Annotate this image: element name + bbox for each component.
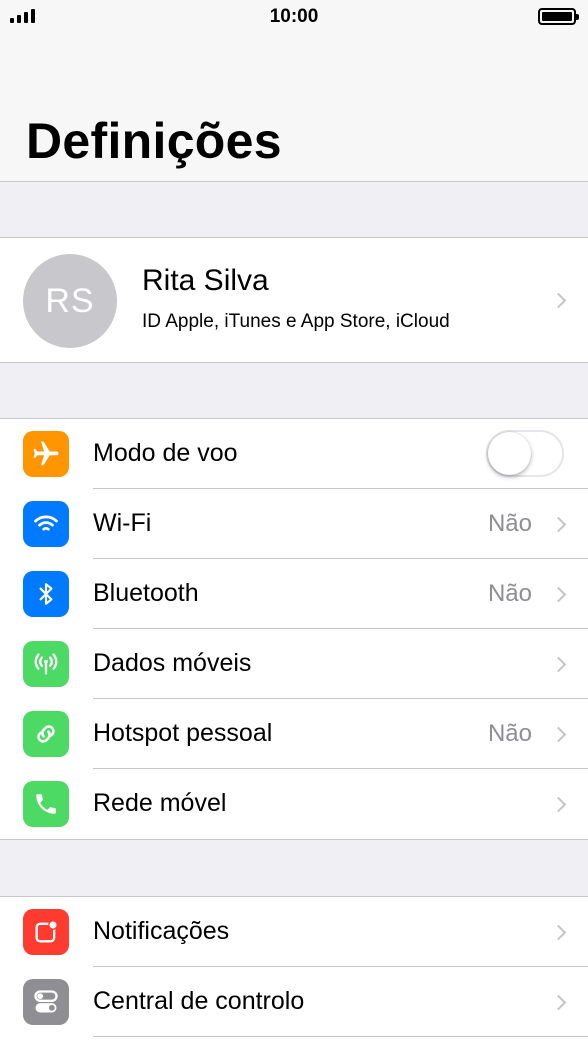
chevron-right-icon	[550, 292, 567, 309]
row-label: Dados móveis	[93, 649, 252, 677]
row-label: Bluetooth	[93, 579, 199, 607]
row-value: Não	[487, 510, 532, 537]
row-label: Wi-Fi	[93, 509, 152, 537]
system-group: Notificações Central de controlo	[0, 896, 588, 1045]
phone-icon	[23, 781, 69, 827]
row-label: Rede móvel	[93, 789, 227, 817]
settings-row-mobile-data[interactable]: Dados móveis	[0, 629, 588, 699]
row-label: Hotspot pessoal	[93, 719, 273, 747]
airplane-icon	[23, 431, 69, 477]
navigation-bar: Definições	[0, 36, 588, 182]
settings-row-notifications[interactable]: Notificações	[0, 897, 588, 967]
settings-row-airplane-mode[interactable]: Modo de voo	[0, 419, 588, 489]
settings-row-wifi[interactable]: Wi-Fi Não	[0, 489, 588, 559]
profile-row[interactable]: RS Rita Silva ID Apple, iTunes e App Sto…	[0, 237, 588, 363]
settings-row-carrier[interactable]: Rede móvel	[0, 769, 588, 839]
chevron-right-icon	[550, 516, 567, 533]
airplane-mode-toggle[interactable]	[486, 430, 564, 477]
notifications-icon	[23, 909, 69, 955]
status-time: 10:00	[269, 6, 319, 27]
chevron-right-icon	[550, 656, 567, 673]
avatar-initials: RS	[45, 281, 95, 320]
cellular-antenna-icon	[23, 641, 69, 687]
bluetooth-icon	[23, 571, 69, 617]
wifi-icon	[23, 501, 69, 547]
chevron-right-icon	[550, 586, 567, 603]
chevron-right-icon	[550, 726, 567, 743]
connectivity-group: Modo de voo Wi-Fi Não Bluetooth Não Dado…	[0, 418, 588, 840]
row-value: Não	[487, 580, 532, 607]
status-bar: 10:00	[0, 0, 588, 36]
chevron-right-icon	[550, 994, 567, 1011]
settings-row-bluetooth[interactable]: Bluetooth Não	[0, 559, 588, 629]
row-label: Notificações	[93, 917, 230, 945]
row-label: Modo de voo	[93, 439, 238, 467]
avatar: RS	[23, 254, 117, 348]
chevron-right-icon	[550, 796, 567, 813]
page-title: Definições	[26, 113, 282, 169]
control-center-icon	[23, 979, 69, 1025]
hotspot-link-icon	[23, 711, 69, 757]
battery-icon	[538, 8, 579, 25]
profile-subtitle: ID Apple, iTunes e App Store, iCloud	[142, 311, 450, 332]
row-value: Não	[487, 720, 532, 747]
row-label: Central de controlo	[93, 987, 305, 1015]
settings-row-personal-hotspot[interactable]: Hotspot pessoal Não	[0, 699, 588, 769]
settings-row-control-center[interactable]: Central de controlo	[0, 967, 588, 1037]
profile-name: Rita Silva	[142, 264, 269, 297]
chevron-right-icon	[550, 924, 567, 941]
